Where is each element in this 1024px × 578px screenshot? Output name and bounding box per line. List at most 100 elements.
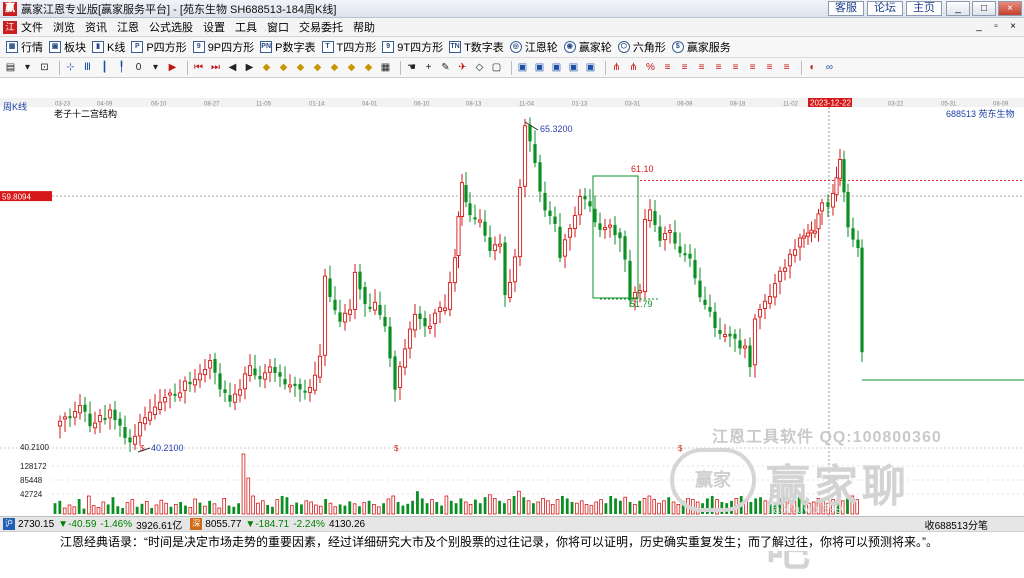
diamond-icon-3[interactable]: ◆ — [294, 61, 307, 74]
toolbar-t-square[interactable]: T T四方形 — [321, 39, 376, 55]
menu-window[interactable]: 窗口 — [267, 19, 289, 35]
volume-bar — [406, 503, 410, 514]
flag-icon[interactable]: ▶ — [166, 61, 179, 74]
cross-tool-icon[interactable]: ⊹ — [64, 61, 77, 74]
candle-body — [142, 417, 148, 425]
fan-icon[interactable]: ⊡ — [38, 61, 51, 74]
diamond-icon-2[interactable]: ◆ — [277, 61, 290, 74]
menu-bar: 江 文件 浏览 资讯 江恩 公式选股 设置 工具 窗口 交易委托 帮助 — [0, 18, 1024, 37]
volume-bar — [318, 505, 323, 515]
menu-settings[interactable]: 设置 — [203, 19, 225, 35]
pitchfork-icon-1[interactable]: ⋔ — [610, 61, 623, 74]
date-label: 01-13 — [572, 102, 588, 108]
mdi-close-button[interactable]: × — [1006, 20, 1020, 33]
fib-icon-1[interactable]: ≡ — [661, 61, 674, 74]
diamond-icon-4[interactable]: ◆ — [311, 61, 324, 74]
menu-help[interactable]: 帮助 — [353, 19, 375, 35]
volume-bar — [459, 498, 463, 514]
forward-icon[interactable]: ▶ — [243, 61, 256, 74]
dropdown-icon-2[interactable]: ▾ — [149, 61, 162, 74]
menu-file[interactable]: 文件 — [21, 19, 43, 35]
menu-gann[interactable]: 江恩 — [117, 19, 139, 35]
dropdown-icon[interactable]: ▾ — [21, 61, 34, 74]
diamond-icon-7[interactable]: ◆ — [362, 61, 375, 74]
fib-icon-2[interactable]: ≡ — [678, 61, 691, 74]
tick-detail-label[interactable]: 收688513分笔 — [925, 517, 988, 532]
mdi-restore-button[interactable]: ▫ — [989, 20, 1003, 33]
chart-icon-4[interactable]: ▣ — [567, 61, 580, 74]
toolbar-sectors[interactable]: ▣ 板块 — [49, 39, 86, 55]
homepage-link[interactable]: 主页 — [906, 1, 942, 16]
candle-body — [293, 383, 297, 387]
candle-body — [397, 366, 403, 388]
pen-icon[interactable]: ✎ — [439, 61, 452, 74]
first-icon[interactable]: ⏮ — [192, 61, 205, 74]
toolbar-9p-square[interactable]: 9 9P四方形 — [192, 39, 254, 55]
diamond-icon-1[interactable]: ◆ — [260, 61, 273, 74]
maximize-button[interactable]: □ — [972, 1, 996, 16]
sh-index-icon[interactable]: 沪 — [3, 518, 15, 530]
customer-service-link[interactable]: 客服 — [828, 1, 864, 16]
chart-icon-2[interactable]: ▣ — [533, 61, 546, 74]
volume-bar — [164, 502, 168, 515]
mdi-minimize-button[interactable]: _ — [972, 20, 986, 33]
candle-body — [637, 290, 643, 294]
close-button[interactable]: × — [998, 1, 1022, 16]
toolbar-hexagon[interactable]: ⬡ 六角形 — [617, 39, 666, 55]
pitchfork-icon-2[interactable]: ⋔ — [627, 61, 640, 74]
last-icon[interactable]: ⏭ — [209, 61, 222, 74]
toolbar-kline[interactable]: ▮ K线 — [92, 39, 125, 55]
menu-trade[interactable]: 交易委托 — [299, 19, 343, 35]
menu-tools[interactable]: 工具 — [235, 19, 257, 35]
toolbar-p-table[interactable]: PN P数字表 — [260, 39, 316, 55]
hand-icon[interactable]: ☚ — [405, 61, 418, 74]
calendar-icon[interactable]: ▤ — [4, 61, 17, 74]
fib-icon-5[interactable]: ≡ — [729, 61, 742, 74]
candle-tool-icon[interactable]: ┃ — [98, 61, 111, 74]
chart-icon-1[interactable]: ▣ — [516, 61, 529, 74]
toolbar-p-square[interactable]: P P四方形 — [131, 39, 187, 55]
toolbar-quotes[interactable]: ▦ 行情 — [6, 39, 43, 55]
forum-link[interactable]: 论坛 — [867, 1, 903, 16]
volume-bar — [241, 453, 246, 515]
chart-icon-3[interactable]: ▣ — [550, 61, 563, 74]
minimize-button[interactable]: _ — [946, 1, 970, 16]
number-tool-icon[interactable]: 0 — [132, 61, 145, 74]
box-icon[interactable]: ▢ — [490, 61, 503, 74]
fib-icon-6[interactable]: ≡ — [746, 61, 759, 74]
candle-body — [777, 270, 783, 282]
line-tool-icon[interactable]: ╿ — [115, 61, 128, 74]
toolbar-9t-square[interactable]: 9 9T四方形 — [382, 39, 443, 55]
volume-bar — [376, 506, 381, 515]
bars-tool-icon[interactable]: Ⅲ — [81, 61, 94, 74]
chart-icon-5[interactable]: ▣ — [584, 61, 597, 74]
grid-tool-icon[interactable]: ▦ — [379, 61, 392, 74]
candle-body — [207, 360, 213, 369]
shape-icon[interactable]: ◇ — [473, 61, 486, 74]
menu-formula[interactable]: 公式选股 — [149, 19, 193, 35]
fib-icon-8[interactable]: ≡ — [780, 61, 793, 74]
volume-bar — [532, 503, 535, 514]
date-label: 04-01 — [362, 102, 378, 108]
menu-news[interactable]: 资讯 — [85, 19, 107, 35]
diamond-icon-6[interactable]: ◆ — [345, 61, 358, 74]
infinity-icon[interactable]: ∞ — [823, 61, 836, 74]
circle-tool-icon[interactable]: ◐ — [806, 61, 819, 74]
toolbar-t-table[interactable]: TN T数字表 — [449, 39, 504, 55]
plus-icon[interactable]: + — [422, 61, 435, 74]
back-icon[interactable]: ◀ — [226, 61, 239, 74]
toolbar-winner-wheel[interactable]: ◉ 赢家轮 — [563, 39, 612, 55]
volume-bar — [328, 502, 333, 515]
toolbar-service[interactable]: $ 赢家服务 — [671, 39, 731, 55]
diamond-icon-5[interactable]: ◆ — [328, 61, 341, 74]
fib-icon-7[interactable]: ≡ — [763, 61, 776, 74]
menu-browse[interactable]: 浏览 — [53, 19, 75, 35]
fib-icon-4[interactable]: ≡ — [712, 61, 725, 74]
toolbar-gann-wheel[interactable]: ◎ 江恩轮 — [509, 39, 558, 55]
s-marker: $ — [140, 444, 145, 453]
percent-icon[interactable]: % — [644, 61, 657, 74]
sz-index-icon[interactable]: 深 — [190, 518, 203, 530]
bird-icon[interactable]: ✈ — [456, 61, 469, 74]
candle-body — [693, 260, 697, 279]
fib-icon-3[interactable]: ≡ — [695, 61, 708, 74]
